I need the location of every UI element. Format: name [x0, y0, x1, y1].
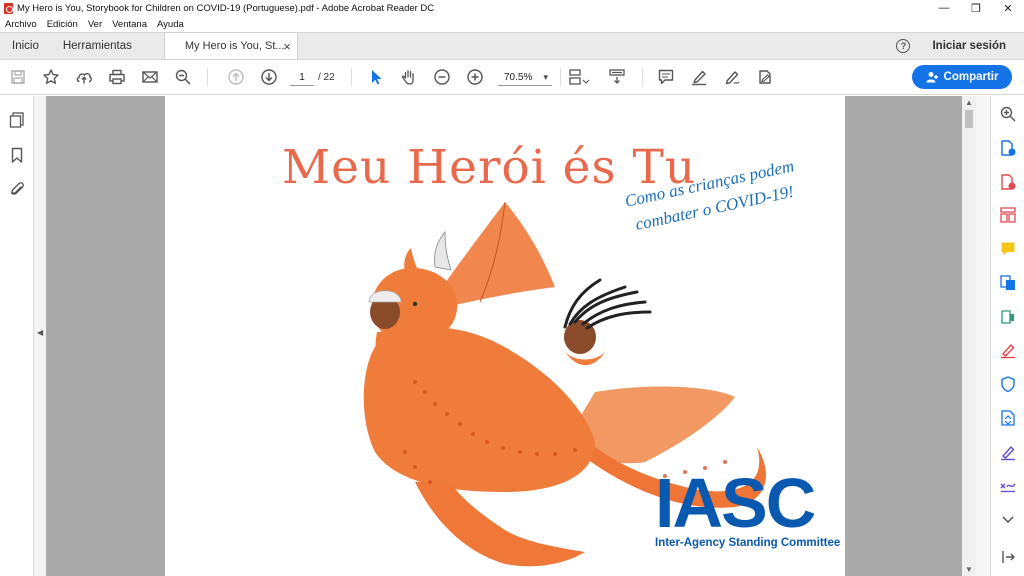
combine-files-icon[interactable]	[999, 274, 1017, 292]
left-navigation-pane	[0, 96, 34, 576]
search-icon[interactable]	[999, 105, 1017, 123]
comment-icon[interactable]	[657, 68, 675, 86]
right-pane-gutter	[976, 96, 990, 576]
zoom-search-icon[interactable]	[174, 68, 192, 86]
share-button-label: Compartir	[943, 71, 999, 83]
export-pdf-icon[interactable]	[999, 139, 1017, 157]
attachments-icon[interactable]	[8, 180, 26, 198]
print-icon[interactable]	[108, 68, 126, 86]
tab-home[interactable]: Inicio	[0, 33, 51, 59]
window-title: My Hero is You, Storybook for Children o…	[17, 2, 435, 14]
send-signature-icon[interactable]	[999, 443, 1017, 461]
tab-bar-right: ? Iniciar sesión	[896, 33, 1024, 59]
tab-tools[interactable]: Herramientas	[51, 33, 144, 59]
page-up-icon[interactable]	[227, 68, 245, 86]
bookmark-star-icon[interactable]	[42, 68, 60, 86]
close-tab-icon[interactable]: ×	[283, 39, 291, 54]
toolbar-separator	[207, 68, 208, 86]
menu-bar: Archivo Edición Ver Ventana Ayuda	[0, 16, 1024, 32]
organize-pages-icon[interactable]	[999, 206, 1017, 224]
iasc-logo-subtitle: Inter-Agency Standing Committee	[655, 537, 841, 549]
window-controls: — ❐ ✕	[928, 0, 1024, 16]
main-toolbar: 1 / 22 70.5%	[0, 60, 1024, 95]
fill-sign-tool-icon[interactable]	[999, 341, 1017, 359]
page-thumbnails-icon[interactable]	[8, 111, 26, 129]
toolbar-separator	[351, 68, 352, 86]
expand-icon[interactable]	[999, 548, 1017, 566]
minimize-button[interactable]: —	[928, 0, 960, 16]
tab-document-label: My Hero is You, St...	[184, 40, 285, 52]
title-bar: My Hero is You, Storybook for Children o…	[0, 0, 1024, 16]
zoom-out-icon[interactable]	[433, 68, 451, 86]
menu-edicion[interactable]: Edición	[47, 19, 78, 30]
email-icon[interactable]	[141, 68, 159, 86]
acrobat-app-icon	[4, 2, 13, 14]
menu-ver[interactable]: Ver	[88, 19, 102, 30]
vertical-scrollbar[interactable]: ▲ ▼	[962, 96, 976, 576]
menu-archivo[interactable]: Archivo	[5, 19, 37, 30]
collapse-left-icon: ◀	[37, 328, 44, 337]
upload-icon[interactable]	[75, 68, 93, 86]
comment-tool-icon[interactable]	[999, 240, 1017, 258]
sign-in-link[interactable]: Iniciar sesión	[932, 40, 1006, 52]
tab-document[interactable]: My Hero is You, St... ×	[163, 33, 298, 59]
page-count: / 22	[318, 72, 335, 83]
edit-pdf-icon[interactable]	[999, 308, 1017, 326]
tab-bar: Inicio Herramientas My Hero is You, St..…	[0, 32, 1024, 60]
fill-sign-icon[interactable]	[756, 68, 774, 86]
toolbar-separator	[560, 68, 561, 86]
menu-ayuda[interactable]: Ayuda	[157, 19, 184, 30]
restore-button[interactable]: ❐	[960, 0, 992, 16]
certify-icon[interactable]	[999, 476, 1017, 494]
page-number-input[interactable]: 1	[290, 69, 314, 86]
help-icon[interactable]: ?	[896, 39, 911, 53]
page-fit-icon[interactable]	[568, 68, 592, 86]
page-down-icon[interactable]	[260, 68, 278, 86]
zoom-in-icon[interactable]	[466, 68, 484, 86]
create-pdf-icon[interactable]	[999, 173, 1017, 191]
hand-icon[interactable]	[400, 68, 418, 86]
close-window-button[interactable]: ✕	[992, 0, 1024, 16]
scroll-mode-icon[interactable]	[608, 68, 626, 86]
add-person-icon	[926, 72, 938, 83]
left-pane-toggle[interactable]: ◀	[34, 96, 46, 576]
protect-icon[interactable]	[999, 375, 1017, 393]
pdf-page: Meu Herói és Tu Como as crianças podem c…	[165, 96, 845, 576]
zoom-level-select[interactable]: 70.5%	[498, 69, 552, 86]
scroll-thumb[interactable]	[965, 110, 973, 128]
toolbar-separator	[642, 68, 643, 86]
highlight-icon[interactable]	[690, 68, 708, 86]
menu-ventana[interactable]: Ventana	[112, 19, 147, 30]
more-tools-icon[interactable]	[999, 510, 1017, 528]
select-arrow-icon[interactable]	[367, 68, 385, 86]
compress-icon[interactable]	[999, 409, 1017, 427]
scroll-down-icon[interactable]: ▼	[965, 565, 973, 574]
share-button[interactable]: Compartir	[912, 65, 1012, 89]
save-icon[interactable]	[9, 68, 27, 86]
bookmarks-icon[interactable]	[8, 146, 26, 164]
right-tools-pane	[990, 96, 1024, 576]
iasc-logo: IASC	[655, 464, 816, 542]
document-viewport[interactable]: Meu Herói és Tu Como as crianças podem c…	[46, 96, 962, 576]
draw-icon[interactable]	[723, 68, 741, 86]
scroll-up-icon[interactable]: ▲	[965, 98, 973, 107]
